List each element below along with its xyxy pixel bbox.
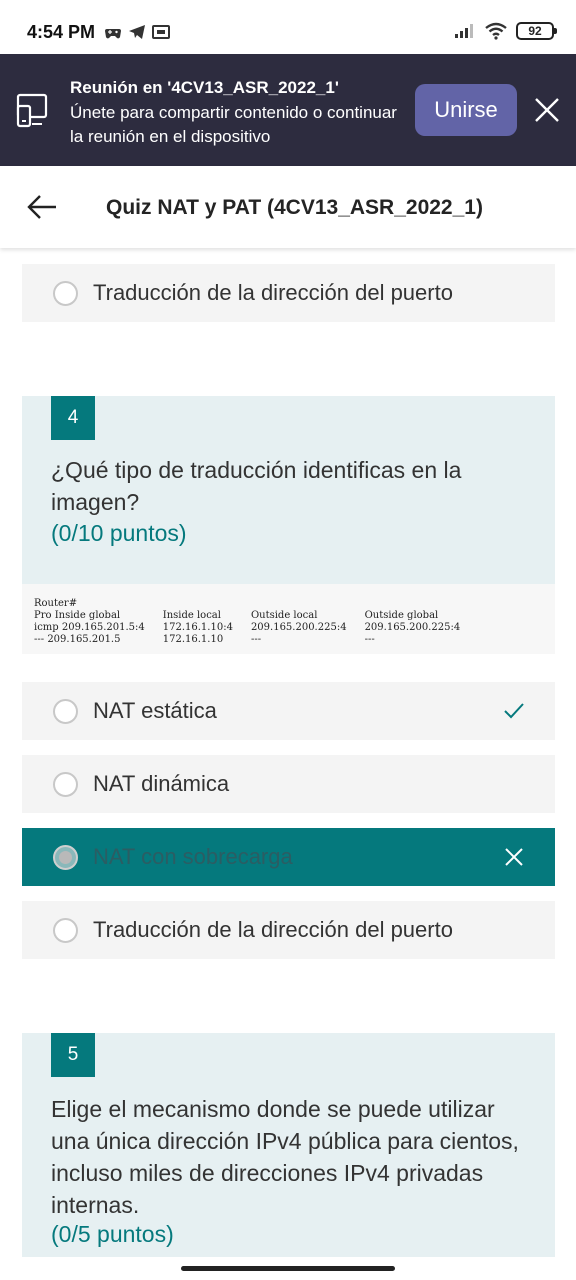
table-cell: 209.165.200.225:4 xyxy=(250,622,347,633)
vpn-icon xyxy=(152,25,170,39)
table-header: Outside local xyxy=(250,610,318,621)
option-nat-estatica[interactable]: NAT estática xyxy=(22,682,555,740)
banner-title: Reunión en '4CV13_ASR_2022_1' xyxy=(70,78,339,97)
table-header: Inside local xyxy=(162,610,221,621)
status-system-icons: 92 xyxy=(454,22,557,40)
option-label: NAT con sobrecarga xyxy=(93,844,293,869)
signal-icon xyxy=(455,24,473,38)
home-indicator[interactable] xyxy=(181,1266,395,1271)
option-nat-sobrecarga[interactable]: NAT con sobrecarga xyxy=(22,828,555,886)
table-cell: --- 209.165.201.5 xyxy=(34,634,121,645)
device-share-icon xyxy=(16,93,48,128)
table-cell: 172.16.1.10:4 xyxy=(162,622,233,633)
question-points: (0/10 puntos) xyxy=(51,520,187,546)
option-traduccion-puerto[interactable]: Traducción de la dirección del puerto xyxy=(22,901,555,959)
nat-translation-table: Router# Pro Inside global Inside local O… xyxy=(34,598,478,646)
radio-button[interactable] xyxy=(53,772,78,797)
app-header: Quiz NAT y PAT (4CV13_ASR_2022_1) xyxy=(0,166,576,248)
radio-button[interactable] xyxy=(53,281,78,306)
radio-button[interactable] xyxy=(53,918,78,943)
battery-icon: 92 xyxy=(516,22,557,40)
question-card-5: 5 Elige el mecanismo donde se puede util… xyxy=(22,1033,555,1257)
question-number: 5 xyxy=(51,1033,95,1077)
table-cell: --- xyxy=(364,634,375,645)
table-row: icmp 209.165.201.5:4 172.16.1.10:4 209.1… xyxy=(34,622,478,634)
table-cell: 172.16.1.10 xyxy=(162,634,224,645)
check-icon xyxy=(504,703,524,719)
option-label: NAT dinámica xyxy=(93,771,230,796)
banner-text: Únete para compartir contenido o continu… xyxy=(70,103,397,146)
incorrect-x-icon xyxy=(505,848,523,866)
join-button[interactable]: Unirse xyxy=(415,84,517,136)
option-label: Traducción de la dirección del puerto xyxy=(93,280,453,305)
status-notification-icons xyxy=(104,23,170,41)
question-text: Elige el mecanismo donde se puede utiliz… xyxy=(51,1096,519,1218)
table-row: --- 209.165.201.5 172.16.1.10 --- --- xyxy=(34,634,478,646)
table-cell: 209.165.200.225:4 xyxy=(364,622,461,633)
option-label: Traducción de la dirección del puerto xyxy=(93,917,453,942)
table-header: Pro Inside global xyxy=(34,610,121,621)
telegram-icon xyxy=(129,25,145,39)
back-arrow-icon[interactable] xyxy=(26,194,58,220)
radio-button-selected[interactable] xyxy=(53,845,78,870)
option-previous-last[interactable]: Traducción de la dirección del puerto xyxy=(22,264,555,322)
radio-button[interactable] xyxy=(53,699,78,724)
gamepad-icon xyxy=(105,29,121,39)
table-header: Outside global xyxy=(364,610,439,621)
meeting-banner: Reunión en '4CV13_ASR_2022_1' Únete para… xyxy=(0,54,576,166)
option-nat-dinamica[interactable]: NAT dinámica xyxy=(22,755,555,813)
question-number: 4 xyxy=(51,396,95,440)
wifi-icon xyxy=(485,22,507,40)
router-nat-table-image: Router# Pro Inside global Inside local O… xyxy=(22,584,555,654)
option-label: NAT estática xyxy=(93,698,217,723)
table-cell: --- xyxy=(250,634,262,645)
status-bar: 4:54 PM 92 xyxy=(0,0,576,54)
table-cell: icmp 209.165.201.5:4 xyxy=(34,622,145,633)
router-prompt: Router# xyxy=(34,598,78,609)
status-time: 4:54 PM xyxy=(27,22,96,42)
question-card-4: 4 ¿Qué tipo de traducción identificas en… xyxy=(22,396,555,584)
page-title: Quiz NAT y PAT (4CV13_ASR_2022_1) xyxy=(106,196,483,219)
close-icon[interactable] xyxy=(532,95,562,125)
question-points: (0/5 puntos) xyxy=(51,1221,174,1247)
question-text: ¿Qué tipo de traducción identificas en l… xyxy=(51,457,462,515)
